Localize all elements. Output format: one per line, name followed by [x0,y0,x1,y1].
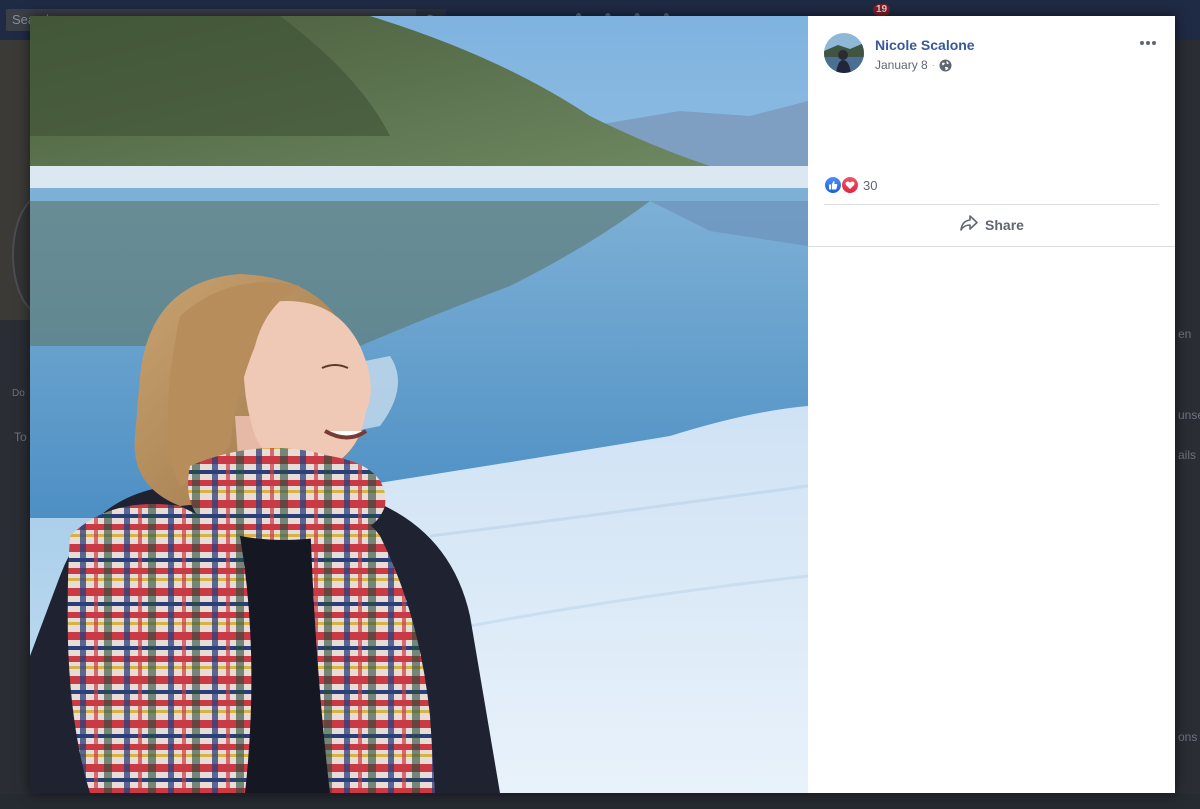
background-text-fragment: To [14,430,27,444]
post-header: Nicole Scalone January 8 · [824,33,975,73]
love-reaction-icon [841,176,859,194]
post-meta: January 8 · [875,57,975,73]
author-avatar[interactable] [824,33,864,73]
background-notification-badge: 19 [873,4,891,16]
author-meta: Nicole Scalone January 8 · [875,33,975,73]
background-text-fragment: ons [1178,730,1198,744]
share-button[interactable]: Share [824,205,1159,245]
photo-lightbox: Nicole Scalone January 8 · 30 Share [30,16,1175,793]
more-options-icon [1146,41,1150,45]
author-name-link[interactable]: Nicole Scalone [875,36,975,54]
post-details-panel: Nicole Scalone January 8 · 30 Share [808,16,1175,793]
background-text-fragment: ails [1178,448,1197,462]
share-arrow-icon [959,214,979,237]
post-photo[interactable] [30,16,808,793]
meta-separator: · [931,60,935,70]
background-text-fragment: Do [12,388,25,399]
more-options-button[interactable] [1137,35,1159,51]
share-label: Share [985,217,1024,233]
actions-divider-bottom [808,246,1175,247]
background-text-fragment: unsel [1178,408,1200,422]
like-reaction-icon [824,176,842,194]
background-bottom-strip [0,794,1200,809]
more-options-icon [1152,41,1156,45]
background-text-fragment: en [1178,327,1192,341]
reaction-count[interactable]: 30 [863,178,877,193]
more-options-icon [1140,41,1144,45]
post-date[interactable]: January 8 [875,57,928,73]
globe-icon[interactable] [939,59,952,72]
reactions-summary[interactable]: 30 [824,176,877,194]
